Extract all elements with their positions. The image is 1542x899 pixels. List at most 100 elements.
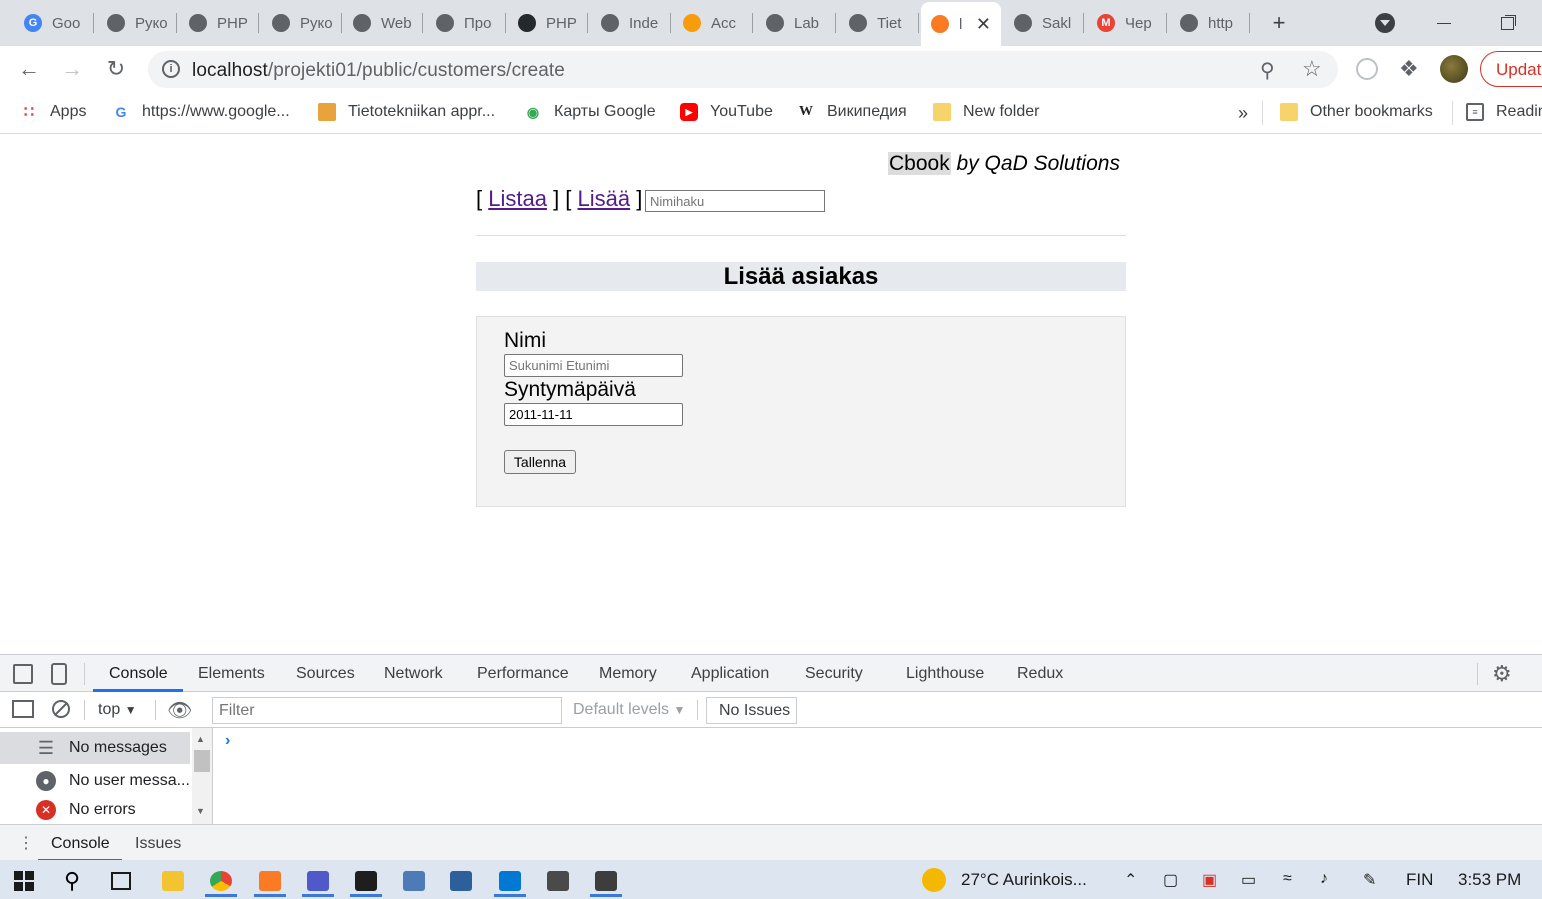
bookmark-item[interactable]: New folder (933, 103, 1039, 121)
sidebar-item-user-messages[interactable]: ● No user messa... (0, 765, 190, 797)
drawer-tab-issues[interactable]: Issues (135, 835, 181, 853)
start-button[interactable] (4, 864, 44, 897)
birthday-field[interactable] (504, 403, 683, 426)
taskbar-app[interactable] (201, 864, 241, 897)
battery-icon[interactable]: ▭ (1241, 870, 1256, 890)
scroll-down-icon[interactable]: ▼ (196, 806, 205, 816)
tray-overflow-chevron-icon[interactable]: ⌃ (1124, 870, 1137, 890)
more-options-icon[interactable]: ⋮ (1534, 662, 1542, 683)
tab-search-button[interactable] (1369, 7, 1401, 39)
browser-tab[interactable]: Руко (262, 7, 342, 39)
taskbar-app[interactable] (490, 864, 530, 897)
bookmarks-overflow-button[interactable]: » (1238, 103, 1248, 124)
reading-list[interactable]: ≡ Reading list (1466, 103, 1542, 121)
browser-tab[interactable]: Acc (673, 7, 753, 39)
restore-button[interactable] (1491, 7, 1523, 39)
notification-app-icon[interactable]: ▣ (1202, 870, 1217, 890)
browser-tab[interactable]: Руко (97, 7, 177, 39)
list-link[interactable]: Listaa (488, 186, 547, 211)
sidebar-scrollbar[interactable]: ▲ ▼ (192, 728, 212, 824)
browser-tab[interactable]: http (1170, 7, 1250, 39)
taskbar-app[interactable] (586, 864, 626, 897)
update-button[interactable]: Update (1480, 51, 1542, 87)
name-field[interactable] (504, 354, 683, 377)
bookmark-item[interactable]: Tietotekniikan appr... (318, 103, 495, 121)
add-link[interactable]: Lisää (578, 186, 631, 211)
meet-now-icon[interactable]: ▢ (1163, 870, 1178, 890)
browser-tab[interactable]: Tiet (839, 7, 919, 39)
extensions-puzzle-icon[interactable]: ❖ (1399, 56, 1419, 82)
devtools-tab-network[interactable]: Network (384, 665, 443, 683)
url-text[interactable]: localhost/projekti01/public/customers/cr… (192, 60, 565, 82)
sidebar-item-messages[interactable]: ☰ No messages (0, 732, 190, 764)
zoom-icon[interactable]: ⚲ (1260, 58, 1275, 83)
back-button[interactable]: ← (13, 53, 45, 85)
wifi-icon[interactable]: ≈ (1283, 870, 1292, 888)
device-toolbar-icon[interactable] (51, 663, 67, 685)
volume-icon[interactable]: ♪ (1320, 870, 1328, 888)
drawer-tab-console[interactable]: Console (51, 835, 110, 853)
log-levels-dropdown[interactable]: Default levels ▼ (573, 701, 685, 719)
taskbar-app[interactable] (538, 864, 578, 897)
forward-button[interactable]: → (56, 53, 88, 85)
reload-button[interactable]: ↻ (100, 53, 132, 85)
devtools-tab-elements[interactable]: Elements (198, 665, 265, 683)
bookmark-item[interactable]: ▶ YouTube (680, 103, 773, 121)
issues-button[interactable]: No Issues (706, 697, 797, 724)
new-tab-button[interactable]: + (1263, 7, 1295, 39)
weather-sun-icon[interactable] (922, 868, 946, 892)
taskbar-app[interactable] (346, 864, 386, 897)
browser-tab[interactable]: Inde (591, 7, 671, 39)
bookmark-star-icon[interactable]: ☆ (1302, 56, 1322, 82)
taskbar-app[interactable] (298, 864, 338, 897)
browser-tab[interactable]: G Goo (14, 7, 94, 39)
browser-tab[interactable]: M Чер (1087, 7, 1167, 39)
console-filter-input[interactable] (212, 697, 562, 724)
devtools-tab-memory[interactable]: Memory (599, 665, 657, 683)
taskbar-app[interactable] (153, 864, 193, 897)
minimize-button[interactable] (1428, 7, 1460, 39)
clear-console-icon[interactable] (52, 700, 70, 718)
browser-tab[interactable]: l ✕ (921, 2, 1001, 46)
browser-tab[interactable]: PHP (508, 7, 588, 39)
scroll-up-icon[interactable]: ▲ (196, 734, 205, 744)
bookmark-item[interactable]: Ghttps://www.google... (112, 103, 290, 121)
language-indicator[interactable]: FIN (1406, 870, 1433, 890)
drawer-menu-icon[interactable]: ⋮ (18, 833, 34, 853)
console-prompt[interactable]: › (225, 732, 230, 750)
taskbar-app[interactable] (250, 864, 290, 897)
close-tab-icon[interactable]: ✕ (976, 14, 991, 35)
taskbar-app[interactable] (394, 864, 434, 897)
weather-widget[interactable]: 27°C Aurinkois... (961, 870, 1087, 890)
save-button[interactable]: Tallenna (504, 450, 576, 474)
devtools-tab-application[interactable]: Application (691, 665, 769, 683)
clock[interactable]: 3:53 PM (1458, 870, 1521, 890)
other-bookmarks[interactable]: Other bookmarks (1280, 103, 1433, 121)
settings-gear-icon[interactable]: ⚙ (1492, 661, 1512, 687)
sidebar-item-errors[interactable]: ✕ No errors (0, 797, 190, 823)
task-view-button[interactable] (101, 864, 141, 897)
scrollbar-thumb[interactable] (194, 750, 210, 772)
sidebar-toggle-icon[interactable] (12, 700, 34, 718)
context-selector[interactable]: top ▼ (98, 701, 137, 719)
devtools-tab-security[interactable]: Security (805, 665, 863, 683)
devtools-tab-lighthouse[interactable]: Lighthouse (906, 665, 984, 683)
bookmark-item[interactable]: W Википедия (797, 103, 907, 121)
browser-tab[interactable]: Web (343, 7, 423, 39)
browser-tab[interactable]: Sakl (1004, 7, 1084, 39)
pen-icon[interactable]: ✎ (1363, 870, 1376, 890)
search-button[interactable]: ⚲ (52, 864, 92, 897)
devtools-tab-sources[interactable]: Sources (296, 665, 355, 683)
browser-tab[interactable]: PHP (179, 7, 259, 39)
devtools-tab-performance[interactable]: Performance (477, 665, 569, 683)
address-bar[interactable]: i localhost/projekti01/public/customers/… (148, 51, 1338, 88)
bookmark-item[interactable]: ∷ Apps (20, 103, 87, 121)
browser-tab[interactable]: Lab (756, 7, 836, 39)
live-expression-eye-icon[interactable]: 👁 (167, 698, 192, 723)
site-info-icon[interactable]: i (162, 60, 180, 78)
bookmark-item[interactable]: ◉ Карты Google (524, 103, 656, 121)
browser-tab[interactable]: Про (426, 7, 506, 39)
devtools-tab-redux[interactable]: Redux (1017, 665, 1063, 683)
name-search-input[interactable] (645, 190, 825, 212)
taskbar-app[interactable] (441, 864, 481, 897)
